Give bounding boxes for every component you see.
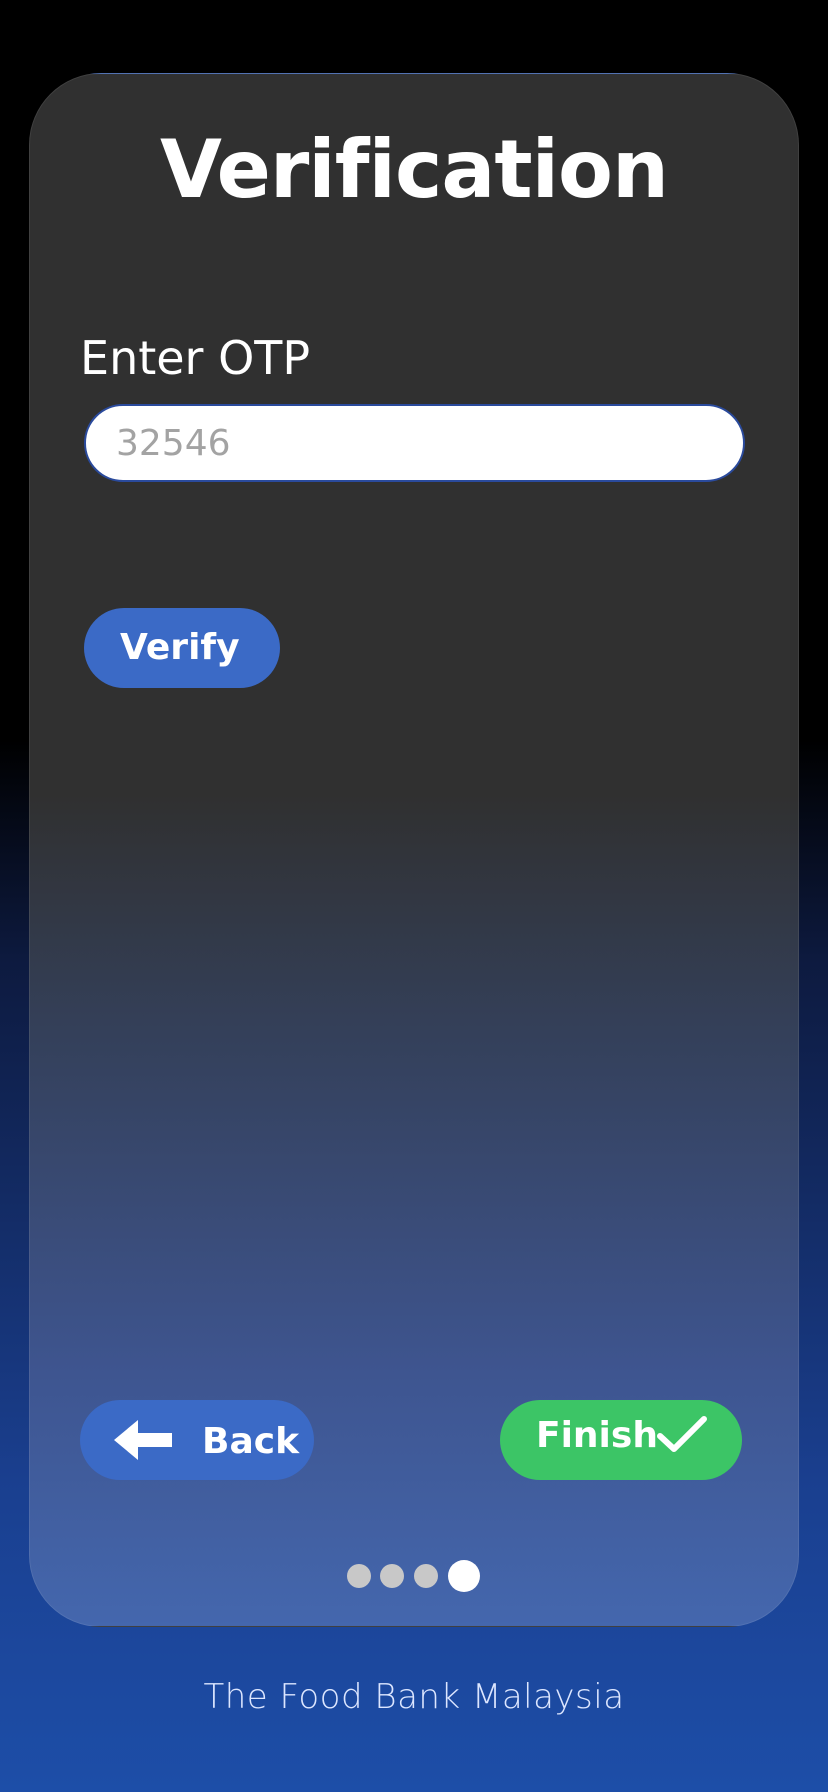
page-dot-4-active[interactable] — [448, 1560, 480, 1592]
otp-label: Enter OTP — [80, 331, 311, 385]
arrow-left-icon — [114, 1420, 172, 1460]
verification-card — [29, 73, 799, 1627]
page-dot-3[interactable] — [414, 1564, 438, 1588]
finish-button[interactable]: Finish — [500, 1400, 742, 1480]
verify-button[interactable]: Verify — [84, 608, 280, 688]
back-button[interactable]: Back — [80, 1400, 314, 1480]
page-title: Verification — [160, 123, 669, 216]
otp-input[interactable] — [84, 404, 745, 482]
back-button-label: Back — [202, 1421, 300, 1462]
page-indicator — [347, 1560, 481, 1592]
footer-brand: The Food Bank Malaysia — [203, 1677, 625, 1717]
finish-button-label: Finish — [536, 1415, 658, 1456]
check-icon — [657, 1416, 707, 1452]
page-dot-2[interactable] — [380, 1564, 404, 1588]
page-dot-1[interactable] — [347, 1564, 371, 1588]
